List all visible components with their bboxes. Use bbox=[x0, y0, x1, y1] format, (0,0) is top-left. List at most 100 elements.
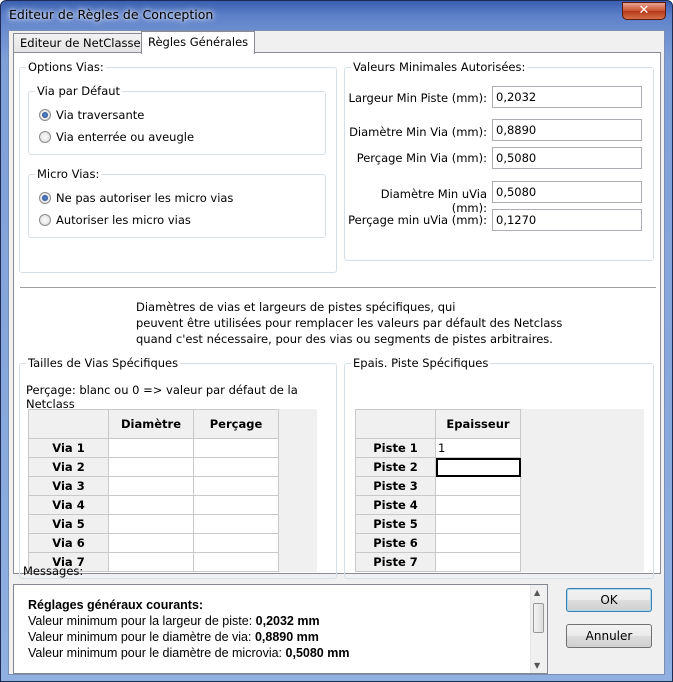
message-line: Valeur minimum pour le diamètre de via: … bbox=[28, 630, 319, 644]
grid-corner bbox=[355, 409, 436, 439]
grid-cell[interactable] bbox=[108, 552, 194, 572]
min-via-drill-input[interactable]: 0,5080 bbox=[492, 147, 642, 169]
grid-cell[interactable] bbox=[193, 552, 279, 572]
min-via-drill-label: Perçage Min Via (mm): bbox=[356, 151, 487, 165]
row-label[interactable]: Via 4 bbox=[28, 495, 109, 515]
grid-cell[interactable] bbox=[108, 495, 194, 515]
min-via-diameter-input[interactable]: 0,8890 bbox=[492, 119, 642, 141]
messages-area[interactable]: Réglages généraux courants: Valeur minim… bbox=[13, 584, 548, 674]
scroll-up-icon[interactable]: ▲ bbox=[534, 588, 540, 597]
default-via-group: Via par Défaut Via traversante Via enter… bbox=[28, 84, 326, 155]
cancel-button[interactable]: Annuler bbox=[566, 624, 652, 648]
row-label[interactable]: Via 3 bbox=[28, 476, 109, 496]
grid-cell[interactable] bbox=[108, 476, 194, 496]
radio-blind-buried-via[interactable]: Via enterrée ou aveugle bbox=[39, 130, 194, 144]
drill-hint: Perçage: blanc ou 0 => valeur par défaut… bbox=[26, 383, 298, 411]
grid-cell[interactable]: 1 bbox=[435, 438, 521, 458]
grid-cell[interactable] bbox=[108, 533, 194, 553]
col-diameter-header[interactable]: Diamètre bbox=[108, 409, 194, 439]
min-via-diameter-label: Diamètre Min Via (mm): bbox=[349, 125, 487, 139]
messages-heading: Réglages généraux courants: bbox=[28, 598, 204, 612]
via-options-group: Options Vias: Via par Défaut Via travers… bbox=[19, 60, 337, 273]
row-label[interactable]: Piste 6 bbox=[355, 533, 436, 553]
message-line: Valeur minimum pour la largeur de piste:… bbox=[28, 614, 320, 628]
ok-button[interactable]: OK bbox=[566, 588, 652, 612]
row-label[interactable]: Piste 1 bbox=[355, 438, 436, 458]
messages-label: Messages: bbox=[23, 564, 84, 578]
message-line: Valeur minimum pour le diamètre de micro… bbox=[28, 646, 350, 660]
row-label[interactable]: Piste 7 bbox=[355, 552, 436, 572]
grid-cell[interactable] bbox=[193, 476, 279, 496]
grid-cell[interactable] bbox=[193, 457, 279, 477]
default-via-label: Via par Défaut bbox=[35, 84, 123, 98]
info-line: peuvent être utilisées pour remplacer le… bbox=[136, 316, 563, 330]
radio-allow-micro-vias[interactable]: Autoriser les micro vias bbox=[39, 213, 191, 227]
close-button[interactable]: ✕ bbox=[622, 2, 666, 20]
row-label[interactable]: Via 2 bbox=[28, 457, 109, 477]
info-line: Diamètres de vias et largeurs de pistes … bbox=[136, 300, 456, 314]
min-track-width-label: Largeur Min Piste (mm): bbox=[348, 91, 487, 105]
radio-label: Ne pas autoriser les micro vias bbox=[56, 191, 234, 205]
micro-vias-group: Micro Vias: Ne pas autoriser les micro v… bbox=[28, 167, 326, 238]
scroll-thumb[interactable] bbox=[533, 603, 544, 633]
title-bar[interactable]: Editeur de Règles de Conception ✕ bbox=[1, 1, 672, 29]
row-label[interactable]: Piste 4 bbox=[355, 495, 436, 515]
messages-scrollbar[interactable]: ▲ ▼ bbox=[530, 585, 547, 673]
grid-cell[interactable] bbox=[108, 514, 194, 534]
scroll-down-icon[interactable]: ▼ bbox=[534, 661, 540, 670]
radio-disallow-micro-vias[interactable]: Ne pas autoriser les micro vias bbox=[39, 191, 233, 205]
via-options-label: Options Vias: bbox=[26, 60, 106, 74]
grid-cell[interactable] bbox=[193, 533, 279, 553]
grid-cell[interactable] bbox=[435, 533, 521, 553]
row-label[interactable]: Via 5 bbox=[28, 514, 109, 534]
grid-cell[interactable] bbox=[193, 514, 279, 534]
specific-via-sizes-label: Tailles de Vias Spécifiques bbox=[26, 356, 181, 370]
specific-sizes-info: Diamètres de vias et largeurs de pistes … bbox=[136, 299, 562, 347]
specific-track-widths-group: Epais. Piste Spécifiques Epaisseur Piste… bbox=[344, 356, 654, 579]
dialog-window: Editeur de Règles de Conception ✕ Editeu… bbox=[0, 0, 673, 682]
grid-cell[interactable] bbox=[435, 495, 521, 515]
tab-netclass-editor[interactable]: Editeur de NetClasses bbox=[13, 33, 154, 53]
min-uvia-drill-label: Perçage min uVia (mm): bbox=[348, 213, 487, 227]
min-uvia-diameter-label: Diamètre Min uVia (mm): bbox=[380, 187, 487, 215]
general-rules-panel: Options Vias: Via par Défaut Via travers… bbox=[13, 52, 661, 579]
col-drill-header[interactable]: Perçage bbox=[193, 409, 279, 439]
radio-button[interactable] bbox=[39, 131, 51, 143]
row-label[interactable]: Via 6 bbox=[28, 533, 109, 553]
radio-button[interactable] bbox=[39, 192, 51, 204]
min-values-group: Valeurs Minimales Autorisées: Largeur Mi… bbox=[344, 60, 654, 261]
grid-corner bbox=[28, 409, 109, 439]
grid-cell[interactable] bbox=[108, 438, 194, 458]
radio-button[interactable] bbox=[39, 214, 51, 226]
dialog-client: Editeur de NetClasses Règles Générales O… bbox=[8, 30, 665, 675]
grid-cell-selected[interactable] bbox=[435, 457, 521, 477]
radio-through-via[interactable]: Via traversante bbox=[39, 108, 144, 122]
radio-label: Via traversante bbox=[56, 108, 145, 122]
row-label[interactable]: Piste 2 bbox=[355, 457, 436, 477]
tab-general-rules[interactable]: Règles Générales bbox=[141, 31, 256, 54]
separator bbox=[20, 287, 656, 289]
specific-via-sizes-group: Tailles de Vias Spécifiques Perçage: bla… bbox=[19, 356, 337, 579]
min-uvia-drill-input[interactable]: 0,1270 bbox=[492, 209, 642, 231]
grid-cell[interactable] bbox=[435, 514, 521, 534]
track-widths-grid[interactable]: Epaisseur Piste 11 Piste 2 Piste 3 Piste… bbox=[355, 409, 521, 572]
radio-label: Via enterrée ou aveugle bbox=[56, 130, 195, 144]
info-line: quand c'est nécessaire, pour des vias ou… bbox=[136, 332, 553, 346]
col-width-header[interactable]: Epaisseur bbox=[435, 409, 521, 439]
radio-label: Autoriser les micro vias bbox=[56, 213, 191, 227]
min-track-width-input[interactable]: 0,2032 bbox=[492, 86, 642, 108]
min-values-label: Valeurs Minimales Autorisées: bbox=[351, 60, 528, 74]
specific-track-widths-label: Epais. Piste Spécifiques bbox=[351, 356, 491, 370]
row-label[interactable]: Piste 3 bbox=[355, 476, 436, 496]
via-sizes-grid[interactable]: Diamètre Perçage Via 1 Via 2 Via 3 Via 4 … bbox=[28, 409, 279, 572]
min-uvia-diameter-input[interactable]: 0,5080 bbox=[492, 181, 642, 203]
row-label[interactable]: Via 1 bbox=[28, 438, 109, 458]
grid-cell[interactable] bbox=[108, 457, 194, 477]
grid-cell[interactable] bbox=[435, 552, 521, 572]
grid-cell[interactable] bbox=[435, 476, 521, 496]
grid-cell[interactable] bbox=[193, 438, 279, 458]
radio-button[interactable] bbox=[39, 109, 51, 121]
grid-cell[interactable] bbox=[193, 495, 279, 515]
row-label[interactable]: Piste 5 bbox=[355, 514, 436, 534]
window-title: Editeur de Règles de Conception bbox=[9, 7, 214, 22]
